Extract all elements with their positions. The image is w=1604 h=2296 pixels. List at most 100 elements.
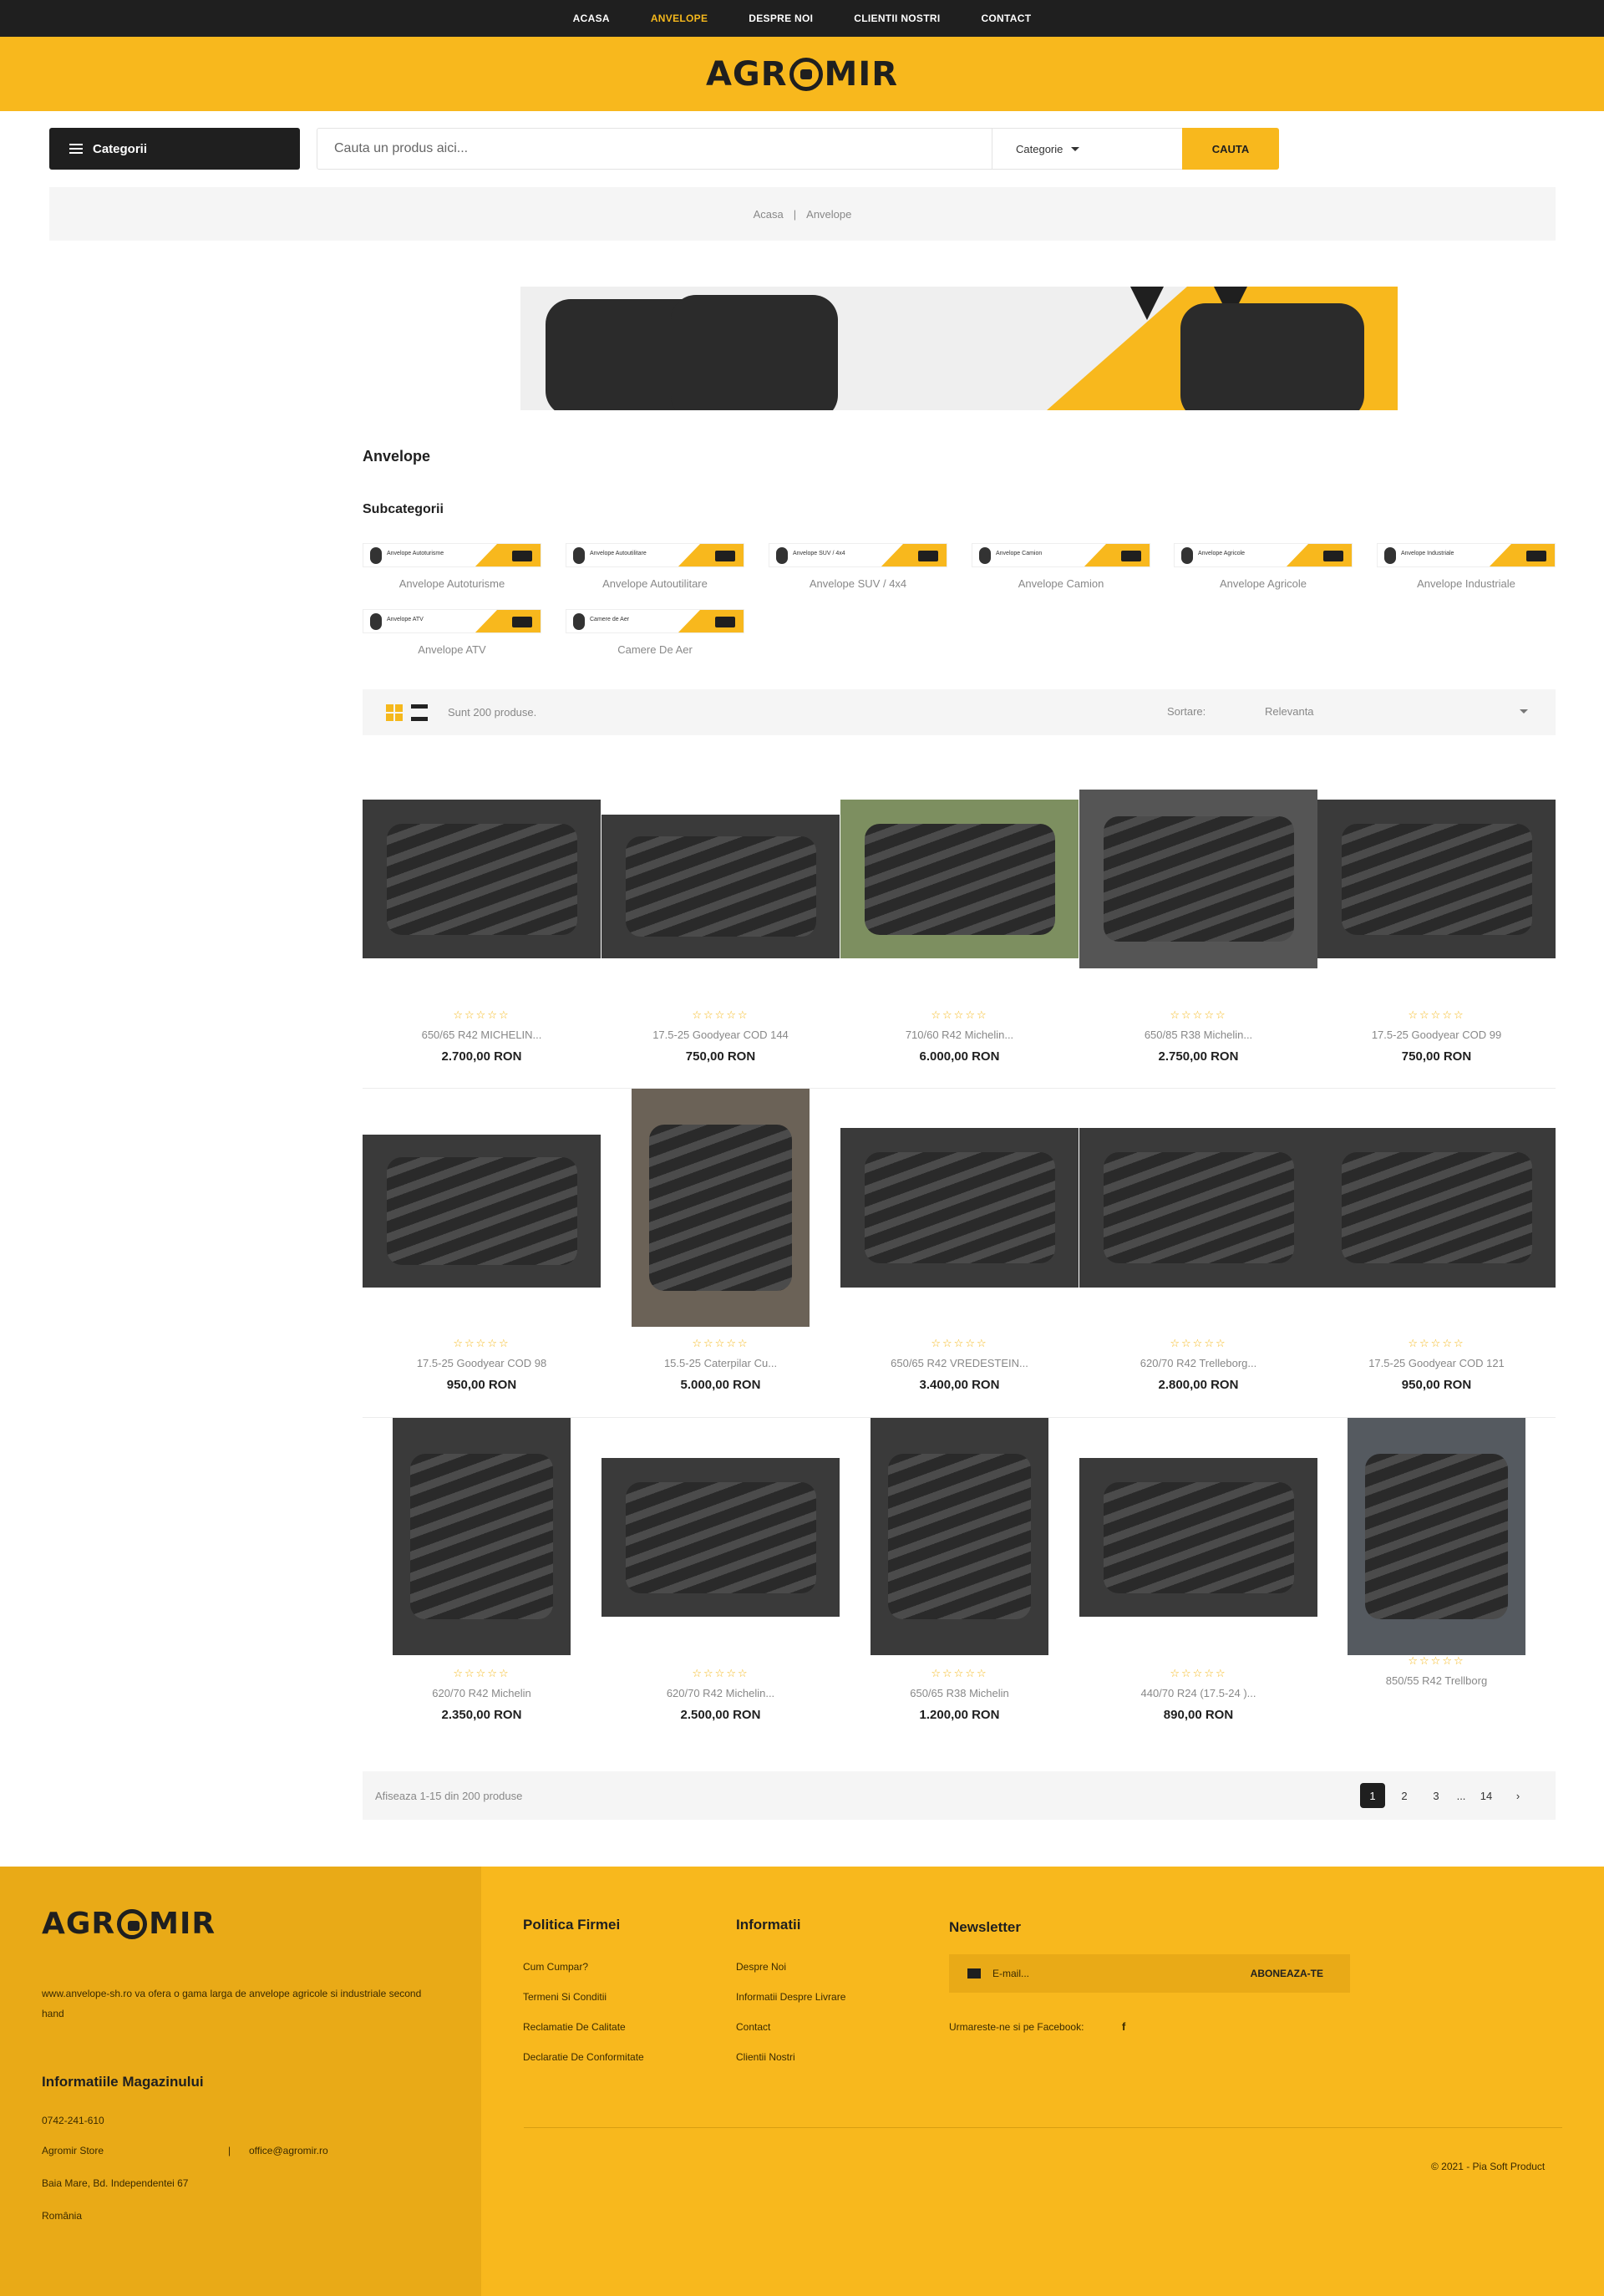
subcategory-agricole[interactable]: Anvelope Agricole Anvelope Agricole — [1174, 543, 1353, 590]
policy-link[interactable]: Reclamatie De Calitate — [523, 2021, 626, 2033]
search-input[interactable] — [317, 129, 992, 169]
store-phone[interactable]: 0742-241-610 — [42, 2115, 104, 2126]
info-link[interactable]: Informatii Despre Livrare — [736, 1991, 845, 2003]
grid-view-icon[interactable] — [386, 704, 403, 721]
subcategory-camion[interactable]: Anvelope Camion Anvelope Camion — [972, 543, 1150, 590]
product-name[interactable]: 850/55 R42 Trellborg — [1317, 1674, 1556, 1687]
product-name[interactable]: 650/65 R42 VREDESTEIN... — [840, 1357, 1079, 1369]
product-image[interactable] — [363, 1135, 601, 1288]
subcategory-image: Anvelope Industriale — [1377, 543, 1556, 567]
footer-logo[interactable]: AGR MIR — [42, 1907, 216, 1941]
rating-stars-icon: ☆☆☆☆☆ — [453, 1667, 510, 1679]
top-navigation: ACASA ANVELOPE DESPRE NOI CLIENTII NOSTR… — [0, 0, 1604, 37]
subcategory-autoutilitare[interactable]: Anvelope Autoutilitare Anvelope Autoutil… — [566, 543, 744, 590]
search-button[interactable]: CAUTA — [1182, 128, 1279, 170]
category-select[interactable]: Categorie — [992, 129, 1182, 169]
product-card[interactable]: ☆☆☆☆☆ 17.5-25 Goodyear COD 99 750,00 RON — [1317, 790, 1556, 1074]
info-link[interactable]: Despre Noi — [736, 1961, 786, 1973]
product-image[interactable] — [363, 800, 601, 958]
product-card[interactable]: ☆☆☆☆☆ 850/55 R42 Trellborg — [1317, 1418, 1556, 1744]
subcategory-industriale[interactable]: Anvelope Industriale Anvelope Industrial… — [1377, 543, 1556, 590]
facebook-icon[interactable]: f — [1122, 2020, 1125, 2033]
product-card[interactable]: ☆☆☆☆☆ 650/85 R38 Michelin... 2.750,00 RO… — [1079, 790, 1317, 1074]
product-card[interactable]: ☆☆☆☆☆ 650/65 R38 Michelin 1.200,00 RON — [840, 1418, 1079, 1744]
product-name[interactable]: 440/70 R24 (17.5-24 )... — [1079, 1687, 1317, 1699]
subcategory-label: Anvelope Autoturisme — [398, 577, 505, 590]
subcategory-atv[interactable]: Anvelope ATV Anvelope ATV — [363, 609, 541, 656]
footer-store-column: AGR MIR www.anvelope-sh.ro va ofera o ga… — [0, 1867, 481, 2296]
breadcrumb-current: Anvelope — [806, 207, 852, 221]
breadcrumb-home[interactable]: Acasa — [754, 208, 784, 221]
product-name[interactable]: 650/65 R38 Michelin — [840, 1687, 1079, 1699]
info-link[interactable]: Clientii Nostri — [736, 2051, 795, 2063]
policy-link[interactable]: Termeni Si Conditii — [523, 1991, 607, 2003]
product-name[interactable]: 710/60 R42 Michelin... — [840, 1029, 1079, 1041]
suv-icon — [918, 551, 938, 561]
product-image[interactable] — [1079, 1128, 1317, 1288]
product-name[interactable]: 620/70 R42 Trelleborg... — [1079, 1357, 1317, 1369]
product-image[interactable] — [1348, 1418, 1525, 1655]
subcategory-autoturisme[interactable]: Anvelope Autoturisme Anvelope Autoturism… — [363, 543, 541, 590]
product-card[interactable]: ☆☆☆☆☆ 620/70 R42 Michelin... 2.500,00 RO… — [602, 1418, 840, 1744]
newsletter-form: ABONEAZA-TE — [949, 1954, 1350, 1993]
next-page-icon[interactable]: › — [1505, 1783, 1530, 1808]
product-image[interactable] — [393, 1418, 571, 1655]
product-card[interactable]: ☆☆☆☆☆ 15.5-25 Caterpilar Cu... 5.000,00 … — [602, 1089, 840, 1415]
product-image[interactable] — [632, 1089, 810, 1327]
product-name[interactable]: 17.5-25 Goodyear COD 144 — [602, 1029, 840, 1041]
newsletter-title: Newsletter — [949, 1919, 1021, 1935]
subcategory-camere-de-aer[interactable]: Camere de Aer Camere De Aer — [566, 609, 744, 656]
page-1[interactable]: 1 — [1360, 1783, 1385, 1808]
product-image[interactable] — [840, 800, 1079, 958]
product-name[interactable]: 17.5-25 Goodyear COD 121 — [1317, 1357, 1556, 1369]
product-card[interactable]: ☆☆☆☆☆ 710/60 R42 Michelin... 6.000,00 RO… — [840, 790, 1079, 1074]
product-name[interactable]: 17.5-25 Goodyear COD 99 — [1317, 1029, 1556, 1041]
product-card[interactable]: ☆☆☆☆☆ 17.5-25 Goodyear COD 98 950,00 RON — [363, 1089, 601, 1415]
site-logo[interactable]: AGR MIR — [706, 55, 898, 94]
nav-anvelope[interactable]: ANVELOPE — [651, 13, 708, 24]
info-link[interactable]: Contact — [736, 2021, 770, 2033]
product-image[interactable] — [1317, 800, 1556, 958]
product-card[interactable]: ☆☆☆☆☆ 620/70 R42 Michelin 2.350,00 RON — [363, 1418, 601, 1744]
sort-select[interactable]: Relevanta — [1265, 705, 1528, 718]
product-name[interactable]: 15.5-25 Caterpilar Cu... — [602, 1357, 840, 1369]
product-image[interactable] — [602, 1458, 840, 1617]
product-image[interactable] — [871, 1418, 1048, 1655]
product-name[interactable]: 620/70 R42 Michelin — [363, 1687, 601, 1699]
product-name[interactable]: 620/70 R42 Michelin... — [602, 1687, 840, 1699]
product-image[interactable] — [1079, 790, 1317, 968]
product-name[interactable]: 650/65 R42 MICHELIN... — [363, 1029, 601, 1041]
product-price: 2.350,00 RON — [441, 1708, 522, 1722]
nav-clientii-nostri[interactable]: CLIENTII NOSTRI — [854, 13, 940, 24]
categories-button[interactable]: Categorii — [49, 128, 300, 170]
product-image[interactable] — [1079, 1458, 1317, 1617]
page-14[interactable]: 14 — [1474, 1783, 1499, 1808]
nav-contact[interactable]: CONTACT — [981, 13, 1031, 24]
policy-link[interactable]: Cum Cumpar? — [523, 1961, 588, 1973]
product-price: 2.800,00 RON — [1158, 1378, 1239, 1392]
nav-acasa[interactable]: ACASA — [573, 13, 610, 24]
product-name[interactable]: 650/85 R38 Michelin... — [1079, 1029, 1317, 1041]
store-email[interactable]: office@agromir.ro — [249, 2145, 328, 2156]
product-image[interactable] — [840, 1128, 1079, 1288]
list-view-icon[interactable] — [411, 704, 428, 721]
policy-link[interactable]: Declaratie De Conformitate — [523, 2051, 644, 2063]
newsletter-email-input[interactable] — [992, 1968, 1251, 1979]
subcategory-suv[interactable]: Anvelope SUV / 4x4 Anvelope SUV / 4x4 — [769, 543, 947, 590]
product-card[interactable]: ☆☆☆☆☆ 650/65 R42 VREDESTEIN... 3.400,00 … — [840, 1089, 1079, 1415]
product-price: 3.400,00 RON — [919, 1378, 1000, 1392]
product-image[interactable] — [602, 815, 840, 958]
atv-icon — [512, 617, 532, 627]
page-2[interactable]: 2 — [1392, 1783, 1417, 1808]
product-card[interactable]: ☆☆☆☆☆ 17.5-25 Goodyear COD 121 950,00 RO… — [1317, 1089, 1556, 1415]
product-card[interactable]: ☆☆☆☆☆ 440/70 R24 (17.5-24 )... 890,00 RO… — [1079, 1418, 1317, 1744]
product-card[interactable]: ☆☆☆☆☆ 17.5-25 Goodyear COD 144 750,00 RO… — [602, 790, 840, 1074]
subscribe-button[interactable]: ABONEAZA-TE — [1251, 1968, 1323, 1979]
nav-despre-noi[interactable]: DESPRE NOI — [749, 13, 813, 24]
product-card[interactable]: ☆☆☆☆☆ 650/65 R42 MICHELIN... 2.700,00 RO… — [363, 790, 601, 1074]
search-bar: Categorie CAUTA — [317, 128, 1279, 170]
product-card[interactable]: ☆☆☆☆☆ 620/70 R42 Trelleborg... 2.800,00 … — [1079, 1089, 1317, 1415]
product-image[interactable] — [1317, 1128, 1556, 1288]
product-name[interactable]: 17.5-25 Goodyear COD 98 — [363, 1357, 601, 1369]
page-3[interactable]: 3 — [1424, 1783, 1449, 1808]
